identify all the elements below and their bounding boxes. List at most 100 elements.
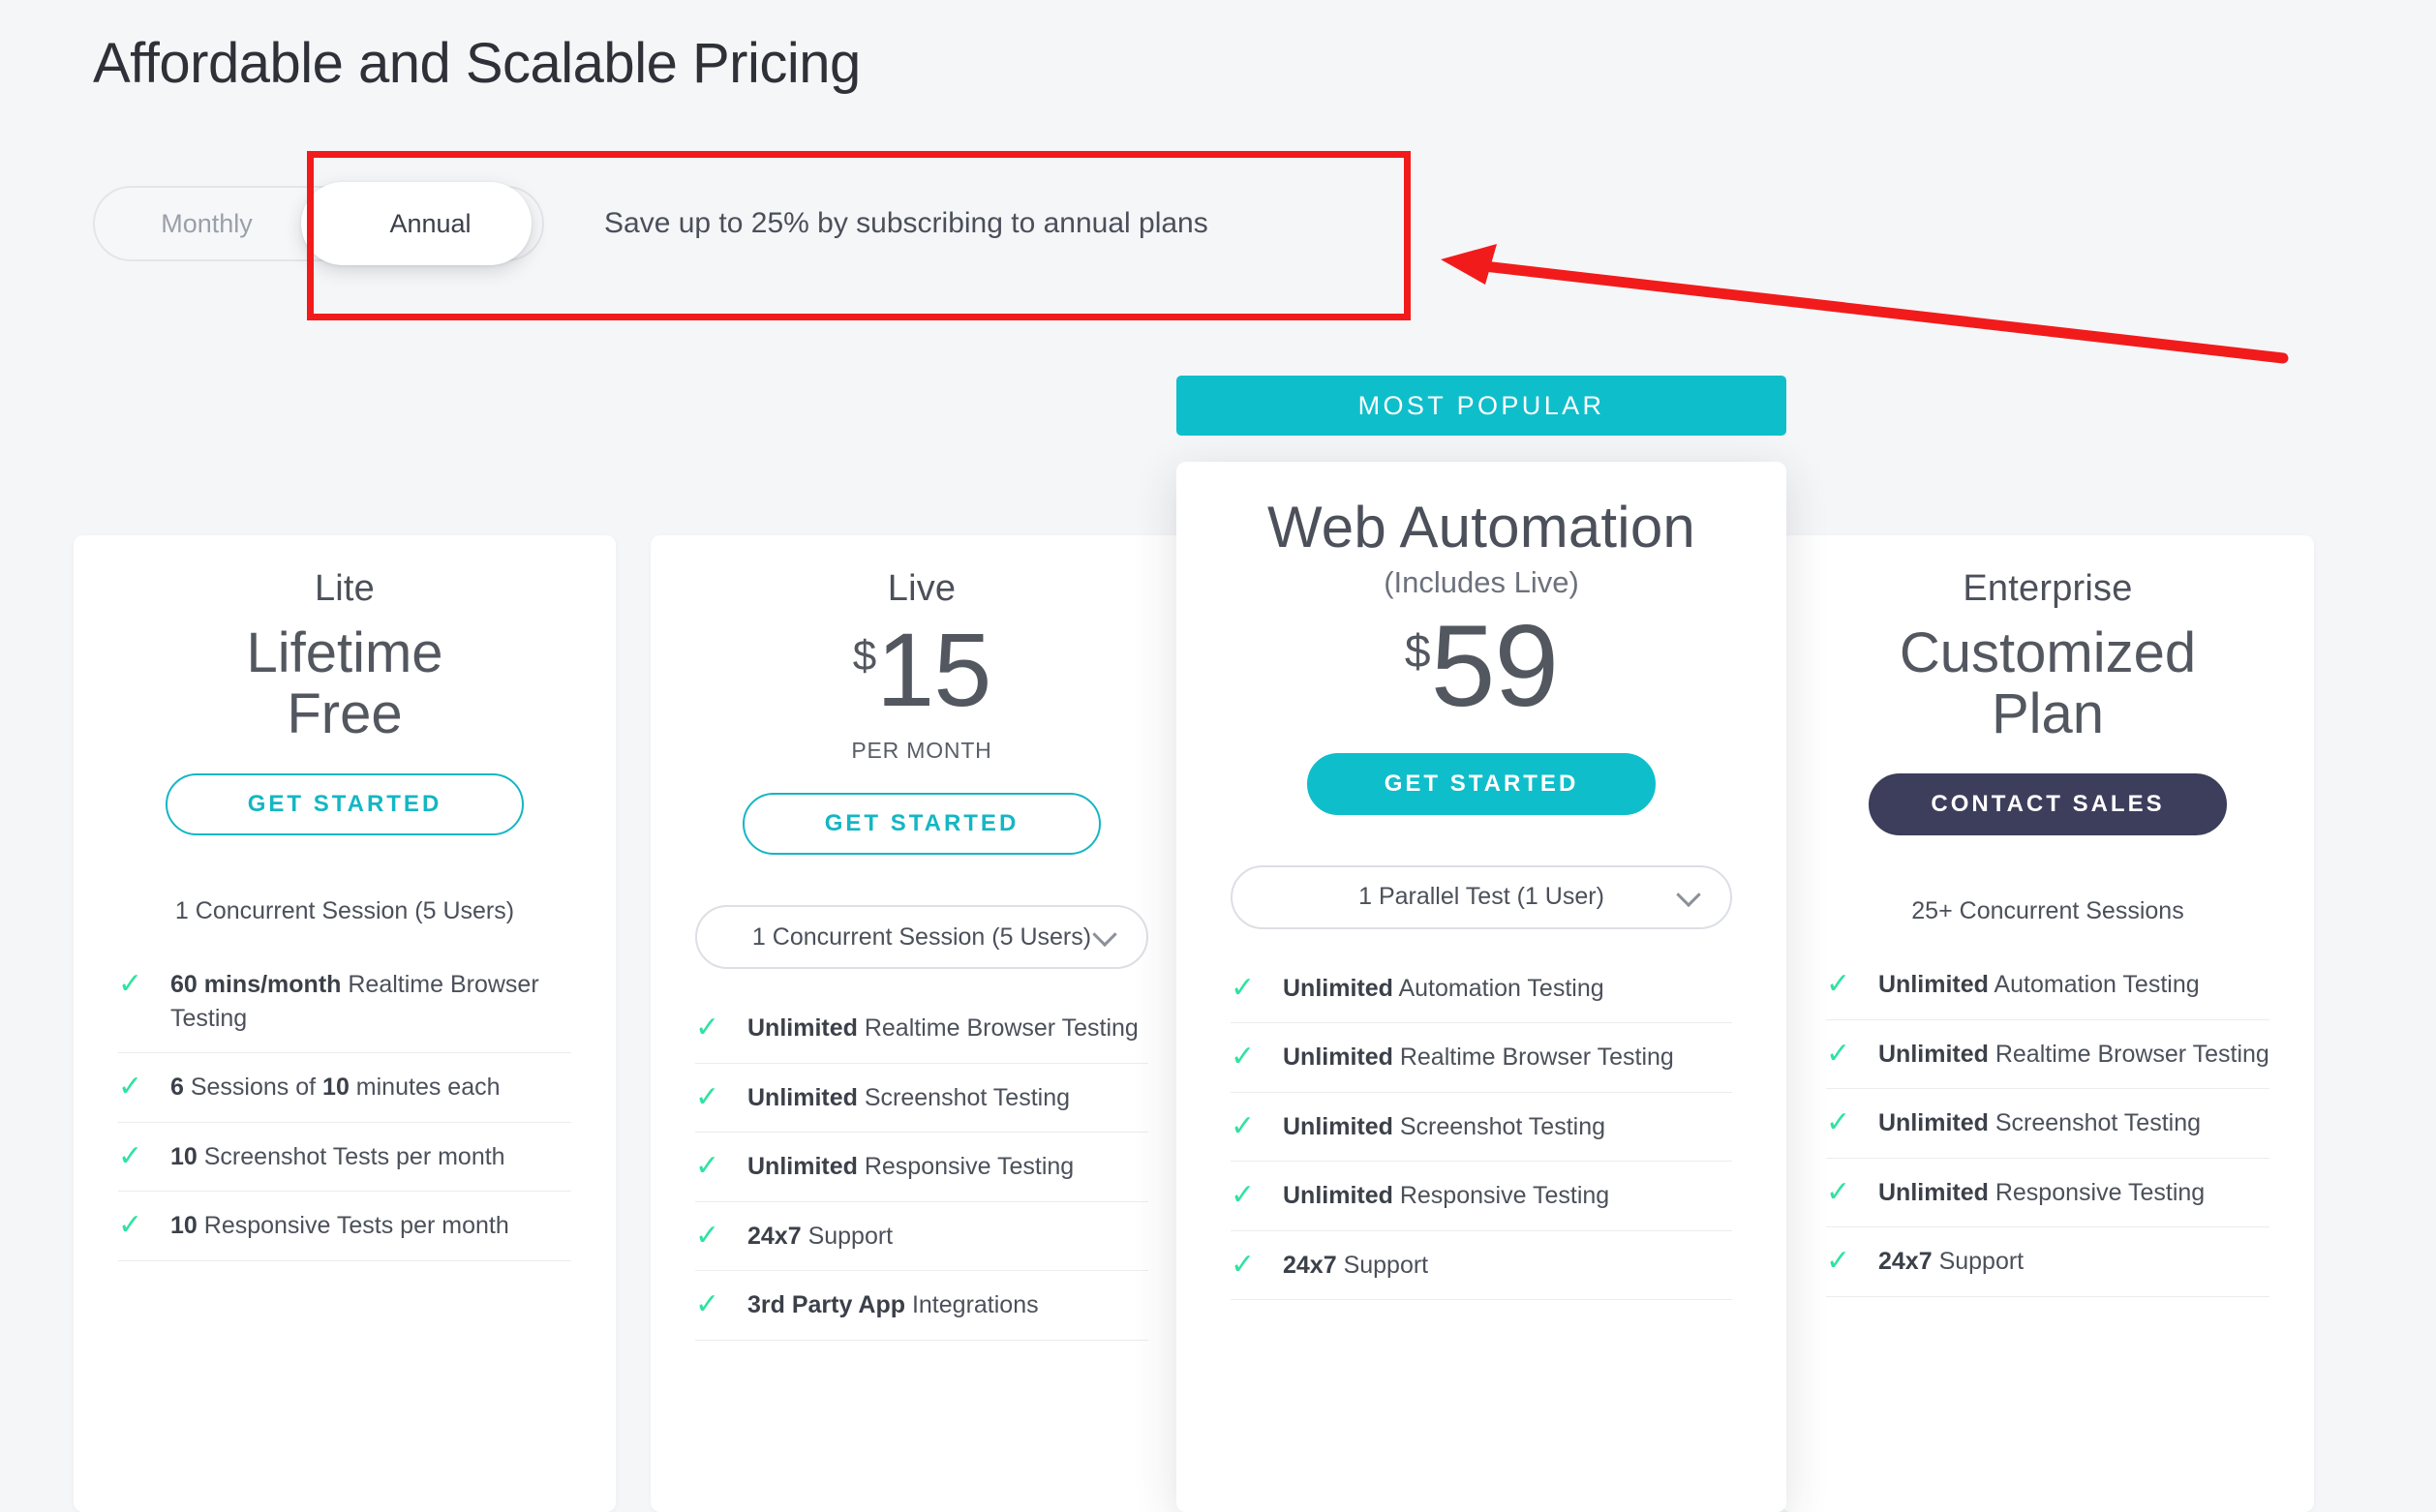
get-started-button[interactable]: GET STARTED [166,773,524,836]
check-icon: ✓ [695,1219,720,1252]
feature-rest: Responsive Tests per month [197,1212,509,1240]
plan-card-lite[interactable]: Lite Lifetime Free GET STARTED 1 Concurr… [74,535,616,1512]
check-icon: ✓ [695,1012,720,1043]
feature-rest: Responsive Testing [1988,1178,2206,1206]
feature-row: ✓ 10 Screenshot Tests per month [118,1123,571,1193]
feature-strong: 6 [170,1074,184,1102]
feature-row: ✓ 3rd Party App Integrations [695,1271,1148,1341]
check-icon: ✓ [1231,1041,1256,1074]
feature-strong: 10 [170,1142,198,1170]
session-select-value: 1 Concurrent Session (5 Users) [751,922,1092,951]
feature-rest: Realtime Browser Testing [1988,1040,2269,1068]
check-icon: ✓ [118,968,143,1001]
session-select-value: 1 Parallel Test (1 User) [1358,883,1604,911]
check-icon: ✓ [1231,1248,1256,1281]
feature-strong: Unlimited [1878,1178,1989,1206]
feature-row: ✓ Unlimited Realtime Browser Testing [1231,1023,1732,1093]
check-icon: ✓ [1231,1109,1256,1142]
feature-strong: 60 mins/month [170,971,342,999]
plan-price: $15 [695,618,1148,722]
check-icon: ✓ [118,1071,143,1104]
price-period: PER MONTH [851,738,992,763]
feature-row: ✓ Unlimited Screenshot Testing [1826,1089,2269,1159]
session-info: 1 Concurrent Session (5 Users) [174,897,515,925]
price-amount: 15 [876,611,991,728]
feature-strong: Unlimited [1283,1182,1393,1210]
feature-row: ✓ 24x7 Support [1826,1227,2269,1297]
feature-rest: Responsive Testing [1392,1182,1610,1210]
feature-row: ✓ Unlimited Screenshot Testing [695,1064,1148,1133]
session-info: 25+ Concurrent Sessions [1911,897,2184,925]
feature-rest: Sessions of [183,1074,323,1102]
session-select[interactable]: 1 Parallel Test (1 User) [1231,864,1732,929]
feature-rest: Support [801,1222,894,1250]
plan-card-web-automation[interactable]: Web Automation (Includes Live) $59 GET S… [1176,462,1786,1512]
billing-toggle-annual[interactable]: Annual [319,188,542,259]
feature-rest: Realtime Browser Testing [857,1014,1139,1042]
plan-name: Lite [314,568,376,609]
feature-rest: Realtime Browser Testing [1392,1043,1674,1072]
currency-symbol: $ [1404,625,1431,678]
feature-row: ✓ Unlimited Responsive Testing [695,1133,1148,1202]
feature-strong: Unlimited [747,1014,858,1042]
feature-row: ✓ Unlimited Realtime Browser Testing [695,994,1148,1064]
feature-row: ✓ 10 Responsive Tests per month [118,1192,571,1261]
feature-rest-2: minutes each [349,1074,501,1102]
feature-rest: Automation Testing [1988,971,2200,999]
plan-name-sub: (Includes Live) [1384,564,1579,599]
feature-rest: Integrations [905,1291,1039,1318]
check-icon: ✓ [1231,1179,1256,1212]
feature-strong: 24x7 [1878,1248,1933,1276]
feature-strong: Unlimited [1283,1112,1393,1140]
billing-toggle-monthly[interactable]: Monthly [95,188,319,259]
check-icon: ✓ [1826,1175,1851,1208]
contact-sales-button[interactable]: CONTACT SALES [1869,773,2227,836]
feature-strong: 10 [170,1212,198,1240]
feature-strong-2: 10 [322,1074,350,1102]
check-icon: ✓ [1826,1037,1851,1070]
session-select[interactable]: 1 Concurrent Session (5 Users) [695,905,1148,969]
feature-strong: 24x7 [1283,1251,1337,1279]
plan-name: Web Automation [1267,495,1695,559]
check-icon: ✓ [695,1080,720,1113]
feature-rest: Screenshot Testing [857,1083,1071,1111]
feature-strong: 3rd Party App [747,1291,906,1318]
check-icon: ✓ [1231,971,1256,1004]
feature-rest: Screenshot Testing [1988,1109,2202,1137]
currency-symbol: $ [852,632,877,680]
feature-strong: Unlimited [1283,974,1393,1002]
feature-strong: 24x7 [747,1222,802,1250]
billing-toggle[interactable]: Monthly Annual [93,182,544,265]
get-started-button[interactable]: GET STARTED [1307,752,1656,815]
chevron-down-icon [1676,882,1701,907]
check-icon: ✓ [118,1139,143,1172]
check-icon: ✓ [695,1150,720,1182]
feature-row: ✓ Unlimited Responsive Testing [1231,1162,1732,1231]
feature-row: ✓ Unlimited Responsive Testing [1826,1159,2269,1228]
feature-list: ✓ 60 mins/month Realtime Browser Testing… [118,951,571,1261]
feature-rest: Responsive Testing [857,1153,1075,1180]
feature-row: ✓ Unlimited Automation Testing [1231,954,1732,1024]
plan-name: Enterprise [1963,568,2133,609]
plan-headline: Lifetime Free [246,621,443,745]
get-started-button[interactable]: GET STARTED [743,793,1101,855]
check-icon: ✓ [1826,1245,1851,1278]
plan-card-enterprise[interactable]: Enterprise Customized Plan CONTACT SALES… [1781,535,2314,1512]
feature-strong: Unlimited [1283,1043,1393,1072]
plan-card-live[interactable]: Live $15 PER MONTH GET STARTED 1 Concurr… [651,535,1193,1512]
check-icon: ✓ [118,1209,143,1242]
feature-list: ✓ Unlimited Automation Testing ✓ Unlimit… [1826,951,2269,1297]
feature-rest: Support [1336,1251,1429,1279]
feature-list: ✓ Unlimited Realtime Browser Testing ✓ U… [695,994,1148,1341]
most-popular-badge: MOST POPULAR [1176,376,1786,436]
feature-strong: Unlimited [747,1153,858,1180]
feature-row: ✓ 60 mins/month Realtime Browser Testing [118,951,571,1054]
feature-strong: Unlimited [747,1083,858,1111]
plan-price: $59 [1231,608,1732,724]
plan-headline: Customized Plan [1899,621,2197,745]
feature-rest: Support [1932,1248,2025,1276]
feature-strong: Unlimited [1878,1109,1989,1137]
feature-row: ✓ Unlimited Automation Testing [1826,951,2269,1020]
chevron-down-icon [1092,922,1117,948]
feature-row: ✓ Unlimited Screenshot Testing [1231,1093,1732,1163]
